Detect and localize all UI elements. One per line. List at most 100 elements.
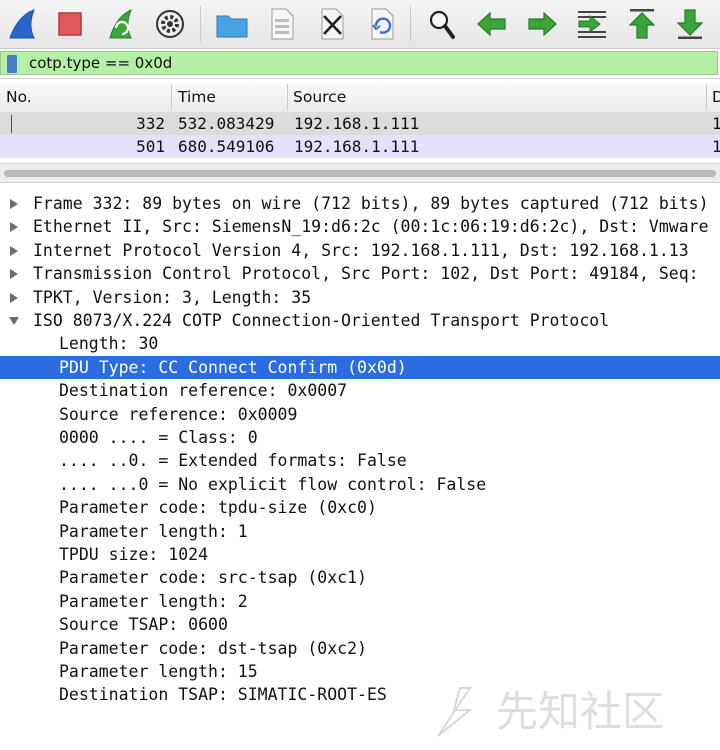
go-last-icon [676, 9, 704, 39]
packet-no: 332 [136, 114, 165, 133]
save-file-icon [271, 8, 294, 40]
packet-source: 192.168.1.111 [294, 114, 420, 133]
go-forward-button[interactable] [524, 6, 560, 42]
collapsed-arrow-icon[interactable] [9, 222, 19, 233]
tree-item-label: Internet Protocol Version 4, Src: 192.16… [33, 240, 689, 260]
tree-field-label: 0000 .... = Class: 0 [59, 428, 258, 447]
go-to-packet-button[interactable] [574, 6, 610, 42]
start-capture-button[interactable] [4, 6, 40, 42]
restart-capture-icon [109, 9, 132, 39]
tree-item-label: Frame 332: 89 bytes on wire (712 bits), … [33, 194, 709, 213]
tree-field-parameter-code[interactable]: Parameter code: tpdu-size (0xc0) [0, 496, 720, 519]
go-first-packet-button[interactable] [624, 6, 660, 42]
go-to-packet-icon [578, 11, 606, 38]
tree-field-label: .... ..0. = Extended formats: False [59, 451, 407, 471]
start-capture-icon [9, 9, 35, 39]
tree-field-label: Parameter code: tpdu-size (0xc0) [59, 498, 377, 518]
tree-field-parameter-length[interactable]: Parameter length: 2 [0, 590, 720, 613]
packet-source: 192.168.1.111 [294, 137, 420, 156]
tree-field-parameter-length[interactable]: Parameter length: 1 [0, 520, 720, 543]
tree-item-ipv4[interactable]: Internet Protocol Version 4, Src: 192.16… [0, 239, 720, 262]
tree-field-label: Destination reference: 0x0007 [59, 381, 348, 401]
collapsed-arrow-icon[interactable] [9, 199, 19, 209]
tree-field-tpdu-size[interactable]: TPDU size: 1024 [0, 543, 720, 566]
close-file-icon [321, 8, 344, 40]
find-packet-button[interactable] [424, 6, 460, 42]
scrollbar-thumb[interactable] [4, 170, 716, 177]
tree-field-pdu-type[interactable]: PDU Type: CC Connect Confirm (0x0d) [0, 355, 720, 380]
open-file-button[interactable] [214, 6, 250, 42]
tree-field-label: .... ...0 = No explicit flow control: Fa… [59, 474, 487, 494]
stop-capture-button[interactable] [52, 6, 88, 42]
packet-time: 680.549106 [178, 137, 275, 156]
stop-capture-icon [58, 12, 82, 36]
column-divider[interactable] [287, 84, 288, 110]
open-file-icon [216, 15, 248, 38]
tree-field-label: Parameter length: 15 [59, 662, 258, 681]
tree-field-extended-formats[interactable]: .... ..0. = Extended formats: False [0, 449, 720, 472]
tree-field-source-reference[interactable]: Source reference: 0x0009 [0, 403, 720, 426]
tree-field-destination-reference[interactable]: Destination reference: 0x0007 [0, 379, 720, 402]
capture-options-button[interactable] [152, 6, 188, 42]
column-divider[interactable] [171, 84, 172, 110]
tree-field-label: Parameter length: 2 [59, 591, 248, 611]
tree-field-label: Parameter length: 1 [59, 521, 248, 541]
restart-capture-button[interactable] [102, 6, 138, 42]
packet-row[interactable]: 332 532.083429 192.168.1.111 1 [0, 112, 720, 135]
tree-field-parameter-code[interactable]: Parameter code: src-tsap (0xc1) [0, 566, 720, 589]
tree-field-label: Length: 30 [59, 334, 159, 354]
go-first-icon [628, 9, 656, 39]
tree-field-label: TPDU size: 1024 [59, 545, 209, 564]
collapsed-arrow-icon[interactable] [9, 269, 19, 280]
column-header-no[interactable]: No. [6, 88, 32, 106]
tree-item-cotp[interactable]: ISO 8073/X.224 COTP Connection-Oriented … [0, 309, 720, 332]
save-file-button[interactable] [264, 6, 300, 42]
tree-field-class[interactable]: 0000 .... = Class: 0 [0, 426, 720, 449]
packet-no: 501 [136, 137, 165, 156]
packet-destination: 1 [712, 137, 720, 156]
go-back-icon [477, 11, 506, 37]
tree-field-source-tsap[interactable]: Source TSAP: 0600 [0, 613, 720, 636]
column-divider[interactable] [706, 84, 707, 110]
tree-field-label: Source TSAP: 0600 [59, 615, 228, 635]
watermark-text: 先知社区 [496, 687, 664, 736]
column-header-destination[interactable]: D [712, 88, 720, 106]
tree-item-label: Ethernet II, Src: SiemensN_19:d6:2c (00:… [33, 217, 709, 237]
collapsed-arrow-icon[interactable] [9, 245, 19, 256]
tree-field-label: Source reference: 0x0009 [59, 404, 298, 424]
packet-details-tree: Frame 332: 89 bytes on wire (712 bits), … [0, 190, 720, 710]
tree-item-tcp[interactable]: Transmission Control Protocol, Src Port:… [0, 262, 720, 285]
go-back-button[interactable] [474, 6, 510, 42]
bookmark-icon[interactable] [6, 55, 18, 73]
watermark: 先知社区 [437, 687, 664, 737]
tree-field-label: Destination TSAP: SIMATIC-ROOT-ES [59, 685, 387, 705]
toolbar-separator [410, 6, 411, 42]
column-header-source[interactable]: Source [293, 88, 346, 106]
tree-field-length[interactable]: Length: 30 [0, 332, 720, 355]
related-packet-marker [11, 115, 12, 133]
toolbar-separator [200, 6, 201, 42]
column-header-time[interactable]: Time [178, 88, 216, 106]
packet-row[interactable]: 501 680.549106 192.168.1.111 1 [0, 135, 720, 158]
tree-item-frame[interactable]: Frame 332: 89 bytes on wire (712 bits), … [0, 192, 720, 215]
tree-item-label: Transmission Control Protocol, Src Port:… [33, 264, 699, 284]
go-forward-icon [528, 11, 557, 37]
tree-field-flow-control[interactable]: .... ...0 = No explicit flow control: Fa… [0, 473, 720, 496]
display-filter-bar: cotp.type == 0x0d [0, 50, 720, 79]
packet-list-horizontal-scrollbar[interactable] [0, 163, 720, 183]
tree-item-ethernet[interactable]: Ethernet II, Src: SiemensN_19:d6:2c (00:… [0, 215, 720, 238]
go-last-packet-button[interactable] [672, 6, 708, 42]
capture-options-icon [156, 10, 184, 38]
packet-destination: 1 [712, 114, 720, 133]
collapsed-arrow-icon[interactable] [9, 292, 19, 303]
main-toolbar [0, 0, 720, 49]
find-packet-icon [429, 10, 455, 39]
tree-field-parameter-code[interactable]: Parameter code: dst-tsap (0xc2) [0, 637, 720, 660]
expanded-arrow-icon[interactable] [9, 316, 19, 326]
close-file-button[interactable] [314, 6, 350, 42]
tree-field-label: Parameter code: src-tsap (0xc1) [59, 568, 367, 588]
tree-item-tpkt[interactable]: TPKT, Version: 3, Length: 35 [0, 286, 720, 309]
display-filter-input[interactable]: cotp.type == 0x0d [0, 51, 718, 75]
reload-file-button[interactable] [364, 6, 400, 42]
display-filter-text: cotp.type == 0x0d [29, 54, 173, 72]
